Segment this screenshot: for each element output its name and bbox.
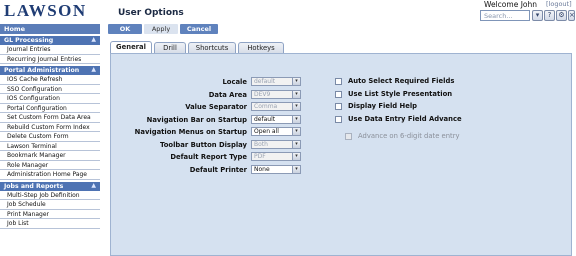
sidebar-item-role-manager[interactable]: Role Manager	[0, 160, 100, 170]
chevron-down-icon[interactable]: ▾	[292, 165, 300, 173]
checkbox-use-list-style-presentation[interactable]	[335, 90, 342, 98]
sidebar-item-job-schedule[interactable]: Job Schedule	[0, 200, 100, 210]
sidebar-item-multi-step-job-definition[interactable]: Multi-Step Job Definition	[0, 190, 100, 200]
field-label-navigation-menus-on-startup: Navigation Menus on Startup	[134, 128, 247, 136]
select-toolbar-button-display: Both ▾	[251, 139, 301, 149]
field-label-value-separator: Value Separator	[185, 103, 247, 111]
select-value: default	[254, 115, 276, 123]
sidebar-item-rebuild-custom-form-index[interactable]: Rebuild Custom Form Index	[0, 122, 100, 132]
help-icon[interactable]: ?	[544, 10, 555, 21]
field-label-default-printer: Default Printer	[189, 165, 247, 174]
sidebar-section-gl-processing[interactable]: GL Processing ▲	[0, 36, 100, 45]
welcome-text: Welcome John	[484, 0, 537, 9]
sidebar-item-administration-home-page[interactable]: Administration Home Page	[0, 170, 100, 180]
select-value: None	[254, 165, 270, 173]
select-navigation-bar-on-startup[interactable]: default ▾	[251, 114, 301, 124]
home-link[interactable]: Home	[0, 24, 100, 34]
lawson-logo: LAWSON	[4, 1, 87, 20]
sidebar-item-bookmark-manager[interactable]: Bookmark Manager	[0, 151, 100, 161]
checkbox-label-use-list-style-presentation: Use List Style Presentation	[348, 89, 453, 98]
cancel-button[interactable]: Cancel	[180, 24, 218, 34]
select-value: Both	[254, 140, 268, 148]
select-value: DEV9	[254, 90, 271, 98]
sidebar-item-portal-configuration[interactable]: Portal Configuration	[0, 103, 100, 113]
chevron-down-icon[interactable]: ▾	[292, 128, 300, 135]
sidebar-item-journal-entries[interactable]: Journal Entries	[0, 45, 100, 55]
tab-general[interactable]: General	[110, 41, 152, 53]
collapse-icon[interactable]: ▲	[91, 182, 96, 189]
search-dropdown-icon[interactable]: ▾	[532, 10, 543, 21]
field-label-navigation-bar-on-startup: Navigation Bar on Startup	[146, 115, 247, 124]
chevron-down-icon: ▾	[292, 153, 300, 160]
select-value-separator: Comma ▾	[251, 102, 301, 111]
select-navigation-menus-on-startup[interactable]: Open all ▾	[251, 127, 301, 136]
select-data-area: DEV9 ▾	[251, 89, 301, 99]
select-locale: default ▾	[251, 77, 301, 86]
sidebar: GL Processing ▲ Journal Entries Recurring J…	[0, 36, 100, 256]
sidebar-item-lawson-terminal[interactable]: Lawson Terminal	[0, 141, 100, 151]
sidebar-item-ios-cache-refresh[interactable]: IOS Cache Refresh	[0, 75, 100, 85]
app-header: LAWSON User Options Welcome John [logout…	[0, 0, 576, 24]
main-content: General Drill Shortcuts Hotkeys Locale defau…	[104, 36, 576, 256]
checkbox-use-data-entry-field-advance[interactable]	[335, 115, 342, 123]
sidebar-section-jobs-and-reports[interactable]: Jobs and Reports ▲	[0, 181, 100, 191]
settings-icon[interactable]: ⚙	[556, 10, 567, 21]
checkbox-display-field-help[interactable]	[335, 103, 342, 110]
tab-hotkeys[interactable]: Hotkeys	[238, 42, 284, 53]
select-value: PDF	[254, 153, 266, 160]
sidebar-section-portal-administration[interactable]: Portal Administration ▲	[0, 66, 100, 75]
sidebar-item-recurring-journal-entries[interactable]: Recurring Journal Entries	[0, 54, 100, 64]
select-value: Comma	[254, 103, 278, 110]
chevron-down-icon[interactable]: ▾	[292, 115, 300, 123]
chevron-down-icon: ▾	[292, 140, 300, 148]
sidebar-item-print-manager[interactable]: Print Manager	[0, 209, 100, 219]
select-value: Open all	[254, 128, 279, 135]
chevron-down-icon: ▾	[292, 103, 300, 110]
close-icon[interactable]: ×	[568, 10, 575, 21]
sidebar-item-ios-configuration[interactable]: IOS Configuration	[0, 94, 100, 104]
field-label-toolbar-button-display: Toolbar Button Display	[160, 140, 247, 149]
checkbox-label-auto-select-required-fields: Auto Select Required Fields	[348, 77, 455, 85]
logout-link[interactable]: [logout]	[546, 0, 572, 8]
page-title: User Options	[118, 8, 184, 18]
collapse-icon[interactable]: ▲	[91, 36, 96, 43]
sidebar-item-delete-custom-form[interactable]: Delete Custom Form	[0, 132, 100, 142]
select-default-report-type: PDF ▾	[251, 152, 301, 161]
sidebar-section-title: Portal Administration	[4, 67, 80, 74]
sidebar-item-sso-configuration[interactable]: SSO Configuration	[0, 84, 100, 94]
sidebar-section-title: GL Processing	[4, 37, 54, 44]
collapse-icon[interactable]: ▲	[91, 66, 96, 73]
checkbox-advance-on-6-digit-date-entry	[345, 133, 352, 140]
tab-drill[interactable]: Drill	[154, 42, 186, 53]
tab-shortcuts[interactable]: Shortcuts	[188, 42, 236, 53]
field-label-default-report-type: Default Report Type	[170, 153, 247, 161]
sidebar-item-set-custom-form-data-area[interactable]: Set Custom Form Data Area	[0, 113, 100, 123]
field-label-data-area: Data Area	[208, 90, 247, 99]
checkbox-label-use-data-entry-field-advance: Use Data Entry Field Advance	[348, 114, 462, 123]
select-value: default	[254, 78, 276, 85]
field-label-locale: Locale	[222, 78, 247, 86]
chevron-down-icon: ▾	[292, 90, 300, 98]
sidebar-section-title: Jobs and Reports	[4, 182, 64, 190]
ok-button[interactable]: OK	[108, 24, 142, 34]
apply-button[interactable]: Apply	[144, 24, 178, 34]
general-panel: Locale default ▾ Data Area DEV9 ▾ Value Separa…	[110, 53, 572, 256]
checkbox-label-display-field-help: Display Field Help	[348, 102, 418, 110]
search-input[interactable]: Search...	[480, 10, 530, 21]
select-default-printer[interactable]: None ▾	[251, 164, 301, 174]
action-bar: OK Apply Cancel	[104, 24, 572, 34]
checkbox-label-advance-on-6-digit-date-entry: Advance on 6-digit date entry	[358, 132, 460, 140]
sidebar-item-job-list[interactable]: Job List	[0, 219, 100, 229]
chevron-down-icon: ▾	[292, 78, 300, 85]
checkbox-auto-select-required-fields[interactable]	[335, 78, 342, 85]
